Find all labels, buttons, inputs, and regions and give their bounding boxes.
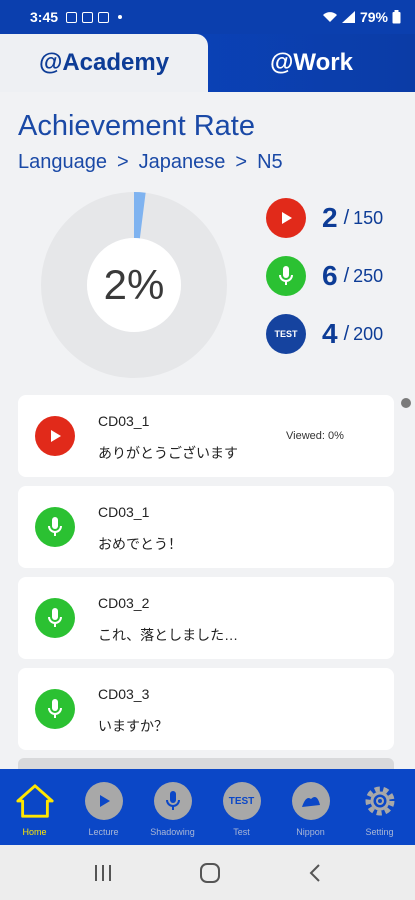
stat-lecture: 2 / 150	[266, 198, 383, 238]
nav-label: Nippon	[296, 827, 325, 837]
mic-icon	[35, 507, 75, 547]
system-nav	[0, 845, 415, 900]
bottom-nav: Home Lecture Shadowing TEST Test Nippon …	[0, 769, 415, 845]
nav-label: Setting	[365, 827, 394, 837]
lesson-item[interactable]: CD03_3 いますか？	[18, 668, 394, 750]
viewed-status: Viewed: 0%	[286, 430, 344, 442]
lesson-item[interactable]: CD03_2 これ、落としました…	[18, 577, 394, 659]
lesson-phrase: これ、落としました…	[98, 627, 239, 643]
gallery-icon	[66, 11, 78, 23]
nav-lecture[interactable]: Lecture	[69, 769, 138, 845]
lesson-phrase: おめでとう！	[98, 536, 182, 552]
lesson-phrase: ありがとうございます	[98, 445, 238, 461]
progress-percent: 2%	[103, 261, 165, 308]
stat-total: 200	[353, 323, 384, 344]
stat-value: 4	[322, 318, 338, 349]
status-bar: 3:45 79%	[0, 0, 415, 34]
mic-icon	[35, 598, 75, 638]
play-store-icon	[82, 11, 94, 23]
play-icon	[35, 416, 75, 456]
breadcrumb-level: N5	[257, 151, 283, 173]
nav-setting[interactable]: Setting	[345, 769, 414, 845]
battery-percent: 79%	[359, 9, 388, 25]
breadcrumb-japanese[interactable]: Japanese	[139, 151, 226, 174]
stat-slash: /	[343, 206, 350, 229]
breadcrumb: Language > Japanese > N5	[18, 151, 283, 174]
recent-apps-button[interactable]	[93, 864, 113, 882]
page-title: Achievement Rate	[18, 110, 255, 142]
breadcrumb-language[interactable]: Language	[18, 151, 107, 174]
test-icon: TEST	[222, 781, 262, 821]
tab-academy[interactable]: @Academy	[0, 34, 208, 92]
stat-total: 250	[353, 265, 384, 286]
battery-icon	[392, 10, 401, 24]
nav-home[interactable]: Home	[0, 769, 69, 845]
lesson-item[interactable]: CD03_1 ありがとうございます Viewed: 0%	[18, 395, 394, 477]
lesson-code: CD03_1	[98, 413, 150, 429]
nav-label: Shadowing	[150, 827, 195, 837]
stat-slash: /	[343, 322, 350, 345]
more-notifications-icon	[118, 15, 123, 19]
nav-test[interactable]: TEST Test	[207, 769, 276, 845]
home-icon	[15, 781, 55, 821]
home-button[interactable]	[199, 862, 221, 884]
mic-icon	[35, 689, 75, 729]
sync-icon	[98, 11, 110, 23]
signal-icon	[341, 11, 355, 23]
stat-total: 150	[353, 207, 384, 228]
nav-label: Home	[22, 827, 47, 837]
mic-icon	[153, 781, 193, 821]
lesson-code: CD03_1	[98, 504, 150, 520]
stat-value: 6	[322, 260, 338, 291]
wifi-icon	[322, 12, 337, 22]
back-button[interactable]	[308, 863, 322, 883]
stat-shadowing: 6 / 250	[266, 256, 383, 296]
lesson-code: CD03_2	[98, 595, 150, 611]
nav-shadowing[interactable]: Shadowing	[138, 769, 207, 845]
nav-label: Test	[233, 827, 250, 837]
status-time: 3:45	[30, 9, 59, 25]
notification-icons	[66, 11, 123, 23]
tab-work[interactable]: @Work	[208, 34, 415, 92]
lesson-phrase: いますか？	[98, 718, 168, 734]
stat-test: TEST 4 / 200	[266, 314, 383, 354]
breadcrumb-separator: >	[235, 151, 248, 173]
play-icon	[266, 198, 306, 238]
mic-icon	[266, 256, 306, 296]
nippon-icon	[291, 781, 331, 821]
tab-bar: @Academy @Work	[0, 34, 415, 92]
breadcrumb-separator: >	[116, 151, 129, 173]
stat-slash: /	[343, 264, 350, 287]
lesson-item[interactable]: CD03_1 おめでとう！	[18, 486, 394, 568]
gear-icon	[360, 781, 400, 821]
stat-value: 2	[322, 202, 338, 233]
scroll-indicator[interactable]	[401, 398, 411, 408]
play-icon	[84, 781, 124, 821]
nav-label: Lecture	[88, 827, 119, 837]
lesson-code: CD03_3	[98, 686, 150, 702]
test-icon: TEST	[266, 314, 306, 354]
nav-nippon[interactable]: Nippon	[276, 769, 345, 845]
